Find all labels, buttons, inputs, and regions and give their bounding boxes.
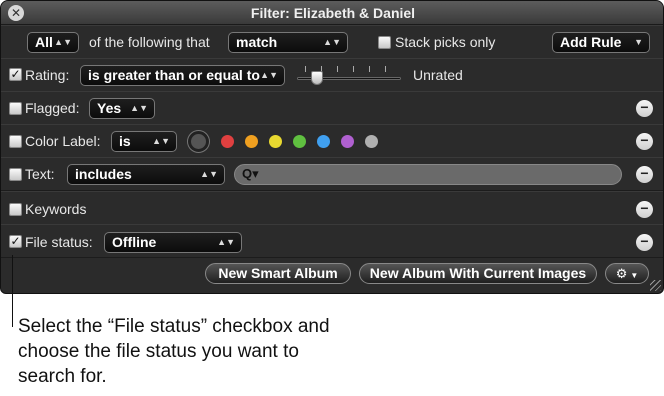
all-any-popup[interactable]: All ▲▼ (27, 32, 79, 53)
new-album-current-images-button[interactable]: New Album With Current Images (359, 263, 597, 284)
color-label-rule-row: Color Label: is ▲▼ − (1, 124, 663, 158)
keywords-rule-row: Keywords − (1, 191, 663, 225)
color-label-operator-value: is (119, 133, 131, 149)
rating-status-text: Unrated (413, 67, 463, 83)
title-bar: ✕ Filter: Elizabeth & Daniel (1, 1, 663, 25)
remove-rule-button[interactable]: − (636, 201, 653, 218)
window-title: Filter: Elizabeth & Daniel (250, 5, 416, 21)
updown-arrows-icon: ▲▼ (200, 169, 218, 179)
text-search-field[interactable]: Q▾ (234, 164, 622, 185)
chevron-down-icon: ▼ (630, 271, 639, 280)
color-swatch[interactable] (365, 135, 378, 148)
stack-picks-checkbox[interactable] (378, 36, 391, 49)
filter-hud-window: ✕ Filter: Elizabeth & Daniel All ▲▼ of th… (0, 0, 664, 294)
text-rule-row: Text: includes ▲▼ Q▾ − (1, 157, 663, 191)
resize-grip-icon[interactable] (650, 280, 661, 291)
updown-arrows-icon: ▲▼ (323, 37, 341, 47)
rating-label: Rating: (25, 67, 70, 83)
color-swatch[interactable] (317, 135, 330, 148)
updown-arrows-icon: ▲▼ (54, 37, 72, 47)
match-value: match (236, 34, 278, 50)
rating-operator-popup[interactable]: is greater than or equal to ▲▼ (80, 65, 285, 86)
remove-rule-button[interactable]: − (636, 234, 653, 251)
keywords-checkbox[interactable] (9, 203, 22, 216)
updown-arrows-icon: ▲▼ (260, 70, 278, 80)
updown-arrows-icon: ▲▼ (152, 136, 170, 146)
color-swatch[interactable] (221, 135, 234, 148)
flagged-checkbox[interactable] (9, 102, 22, 115)
gear-icon: ⚙ (615, 266, 628, 281)
rating-rule-row: ✓ Rating: is greater than or equal to ▲▼ … (1, 58, 663, 92)
no-color-swatch[interactable] (188, 131, 209, 152)
flagged-label: Flagged: (25, 100, 80, 116)
remove-rule-button[interactable]: − (636, 100, 653, 117)
match-header-row: All ▲▼ of the following that match ▲▼ Stac… (1, 25, 663, 59)
instruction-caption: Select the “File status” checkbox and ch… (18, 316, 330, 387)
file-status-value: Offline (112, 234, 157, 250)
text-operator-value: includes (75, 166, 132, 182)
stack-picks-label: Stack picks only (395, 34, 496, 50)
add-rule-popup[interactable]: Add Rule ▼ (552, 32, 650, 53)
text-label: Text: (25, 166, 55, 182)
color-swatch[interactable] (293, 135, 306, 148)
gear-menu-button[interactable]: ⚙ ▼ (605, 263, 649, 284)
file-status-rule-row: ✓ File status: Offline ▲▼ − (1, 224, 663, 258)
rating-operator-value: is greater than or equal to (88, 67, 260, 83)
match-popup[interactable]: match ▲▼ (228, 32, 348, 53)
flagged-value-popup[interactable]: Yes ▲▼ (89, 98, 155, 119)
callout-line (12, 255, 13, 327)
file-status-label: File status: (25, 234, 93, 250)
color-label-operator-popup[interactable]: is ▲▼ (111, 131, 177, 152)
text-operator-popup[interactable]: includes ▲▼ (67, 164, 225, 185)
updown-arrows-icon: ▲▼ (217, 237, 235, 247)
file-status-checkbox[interactable]: ✓ (9, 235, 22, 248)
chevron-down-icon: ▼ (634, 37, 643, 47)
flagged-value: Yes (97, 100, 122, 116)
add-rule-label: Add Rule (560, 34, 622, 50)
color-label-checkbox[interactable] (9, 135, 22, 148)
rating-checkbox[interactable]: ✓ (9, 68, 22, 81)
rating-slider[interactable] (297, 65, 401, 87)
remove-rule-button[interactable]: − (636, 166, 653, 183)
color-label-label: Color Label: (25, 133, 101, 149)
search-icon: Q▾ (242, 166, 259, 181)
color-swatch[interactable] (269, 135, 282, 148)
rating-slider-knob[interactable] (311, 71, 323, 85)
text-checkbox[interactable] (9, 168, 22, 181)
all-any-value: All (35, 34, 53, 50)
new-smart-album-button[interactable]: New Smart Album (205, 263, 351, 284)
keywords-label: Keywords (25, 201, 87, 217)
file-status-popup[interactable]: Offline ▲▼ (104, 232, 242, 253)
color-swatch[interactable] (245, 135, 258, 148)
updown-arrows-icon: ▲▼ (130, 103, 148, 113)
flagged-rule-row: Flagged: Yes ▲▼ − (1, 91, 663, 125)
remove-rule-button[interactable]: − (636, 133, 653, 150)
color-swatch[interactable] (341, 135, 354, 148)
of-following-label: of the following that (89, 34, 210, 50)
